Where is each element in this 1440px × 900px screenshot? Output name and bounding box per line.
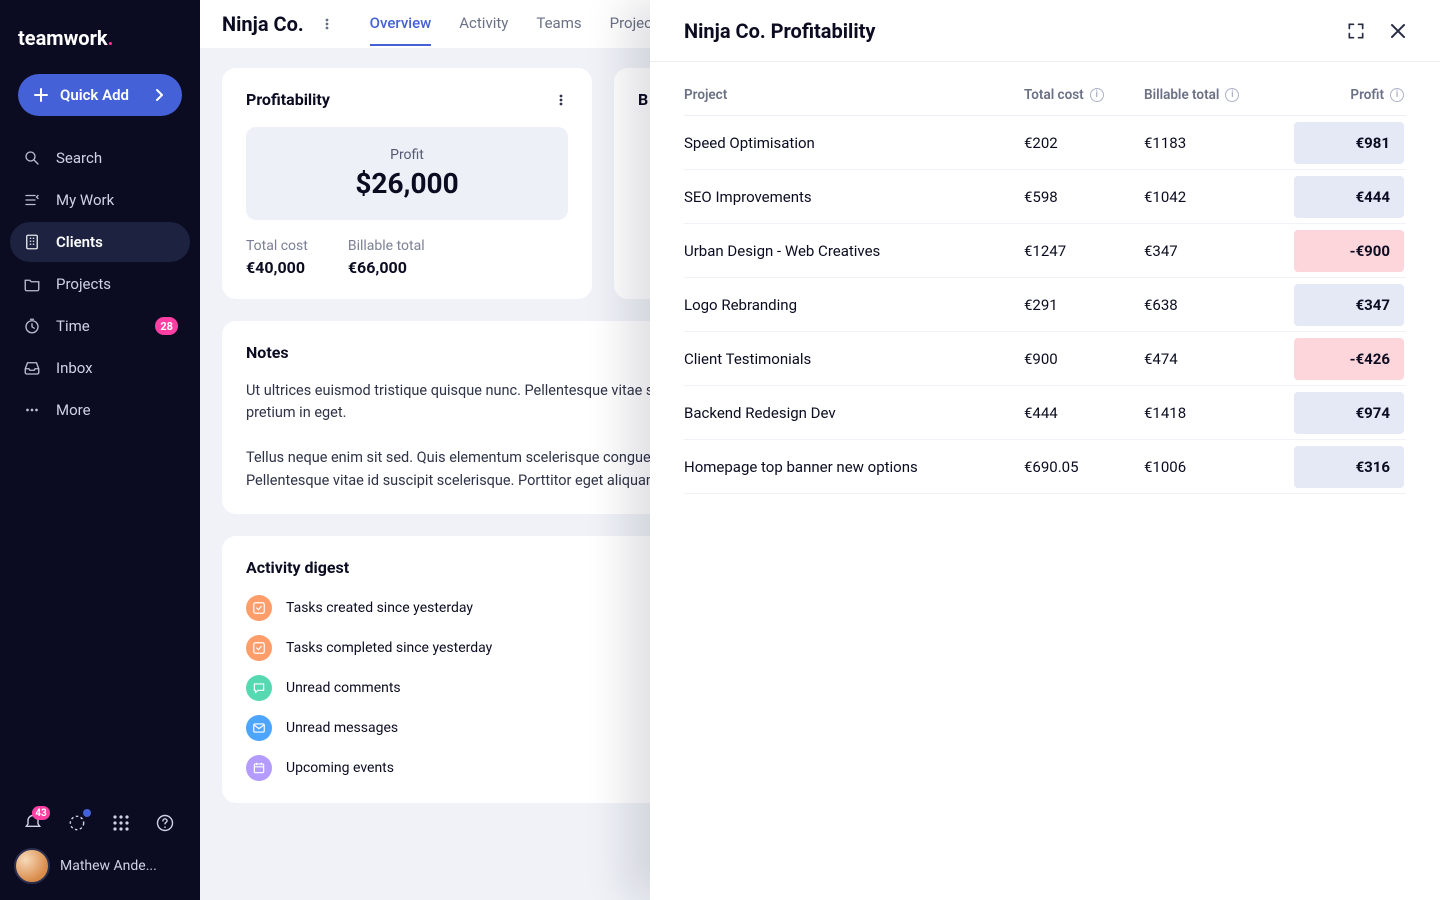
sidebar-bottom: 43 Mathew Ande...: [0, 796, 200, 900]
sidebar-item-more[interactable]: More: [10, 390, 190, 430]
sidebar-item-my-work[interactable]: My Work: [10, 180, 190, 220]
sidebar-item-label: Projects: [56, 275, 111, 293]
cell-billable: €1006: [1144, 458, 1284, 476]
cell-project: Backend Redesign Dev: [684, 404, 1024, 422]
cell-profit: €981: [1284, 122, 1404, 164]
cell-billable: €474: [1144, 350, 1284, 368]
cell-project: Logo Rebranding: [684, 296, 1024, 314]
user-menu[interactable]: Mathew Ande...: [14, 848, 186, 884]
chat-dot-badge: [83, 809, 91, 817]
brand-logo: teamwork.: [0, 0, 200, 68]
cell-profit: €974: [1284, 392, 1404, 434]
col-total-cost[interactable]: Total costi: [1024, 87, 1144, 103]
cell-billable: €1042: [1144, 188, 1284, 206]
table-row[interactable]: Speed Optimisation €202 €1183 €981: [684, 116, 1406, 170]
apps-icon[interactable]: [110, 812, 132, 834]
help-icon[interactable]: [154, 812, 176, 834]
info-icon[interactable]: i: [1090, 88, 1104, 102]
cell-total-cost: €900: [1024, 350, 1144, 368]
sidebar-item-label: Time: [56, 317, 90, 335]
sidebar-item-label: Search: [56, 149, 102, 167]
table-row[interactable]: Backend Redesign Dev €444 €1418 €974: [684, 386, 1406, 440]
inbox-icon: [22, 358, 42, 378]
info-icon[interactable]: i: [1225, 88, 1239, 102]
chat-icon[interactable]: [66, 812, 88, 834]
sidebar-item-projects[interactable]: Projects: [10, 264, 190, 304]
cell-billable: €1183: [1144, 134, 1284, 152]
clients-icon: [22, 232, 42, 252]
plus-icon: [32, 86, 50, 104]
sidebar-item-clients[interactable]: Clients: [10, 222, 190, 262]
cell-profit: €444: [1284, 176, 1404, 218]
cell-total-cost: €444: [1024, 404, 1144, 422]
col-billable[interactable]: Billable totali: [1144, 87, 1284, 103]
expand-icon[interactable]: [1342, 17, 1370, 45]
sidebar-item-inbox[interactable]: Inbox: [10, 348, 190, 388]
brand-name: teamwork: [18, 26, 108, 50]
cell-total-cost: €598: [1024, 188, 1144, 206]
brand-dot: .: [108, 26, 114, 50]
table-row[interactable]: Urban Design - Web Creatives €1247 €347 …: [684, 224, 1406, 278]
cell-project: Urban Design - Web Creatives: [684, 242, 1024, 260]
sidebar-item-label: More: [56, 401, 91, 419]
quick-add-button[interactable]: Quick Add: [18, 74, 182, 116]
cell-project: Speed Optimisation: [684, 134, 1024, 152]
cell-profit: €316: [1284, 446, 1404, 488]
time-icon: [22, 316, 42, 336]
cell-profit: -€426: [1284, 338, 1404, 380]
table-row[interactable]: Client Testimonials €900 €474 -€426: [684, 332, 1406, 386]
more-icon: [22, 400, 42, 420]
sidebar: teamwork. Quick Add Search My Work Clien…: [0, 0, 200, 900]
cell-project: Homepage top banner new options: [684, 458, 1024, 476]
sidebar-item-label: Inbox: [56, 359, 93, 377]
cell-total-cost: €291: [1024, 296, 1144, 314]
mywork-icon: [22, 190, 42, 210]
cell-billable: €1418: [1144, 404, 1284, 422]
cell-total-cost: €1247: [1024, 242, 1144, 260]
search-icon: [22, 148, 42, 168]
sidebar-item-time[interactable]: Time 28: [10, 306, 190, 346]
cell-project: SEO Improvements: [684, 188, 1024, 206]
notifications-badge: 43: [32, 806, 50, 820]
cell-total-cost: €690.05: [1024, 458, 1144, 476]
cell-profit: -€900: [1284, 230, 1404, 272]
table-row[interactable]: SEO Improvements €598 €1042 €444: [684, 170, 1406, 224]
quick-add-label: Quick Add: [60, 86, 129, 104]
profitability-drawer: Ninja Co. Profitability Project Total co…: [650, 0, 1440, 900]
col-profit[interactable]: Profiti: [1284, 87, 1404, 103]
sidebar-nav: Search My Work Clients Projects Time 28 I…: [0, 134, 200, 434]
sidebar-item-label: My Work: [56, 191, 114, 209]
cell-total-cost: €202: [1024, 134, 1144, 152]
cell-billable: €638: [1144, 296, 1284, 314]
avatar: [14, 848, 50, 884]
cell-billable: €347: [1144, 242, 1284, 260]
sidebar-item-search[interactable]: Search: [10, 138, 190, 178]
close-icon[interactable]: [1384, 17, 1412, 45]
user-name: Mathew Ande...: [60, 858, 157, 874]
cell-project: Client Testimonials: [684, 350, 1024, 368]
sidebar-item-label: Clients: [56, 233, 103, 251]
profitability-table: Project Total costi Billable totali Prof…: [650, 62, 1440, 506]
projects-icon: [22, 274, 42, 294]
cell-profit: €347: [1284, 284, 1404, 326]
sidebar-item-badge: 28: [155, 317, 178, 335]
table-row[interactable]: Logo Rebranding €291 €638 €347: [684, 278, 1406, 332]
chevron-right-icon: [150, 86, 168, 104]
notifications-icon[interactable]: 43: [22, 812, 44, 834]
drawer-title: Ninja Co. Profitability: [684, 19, 1328, 43]
col-project[interactable]: Project: [684, 87, 1024, 103]
info-icon[interactable]: i: [1390, 88, 1404, 102]
table-row[interactable]: Homepage top banner new options €690.05 …: [684, 440, 1406, 494]
